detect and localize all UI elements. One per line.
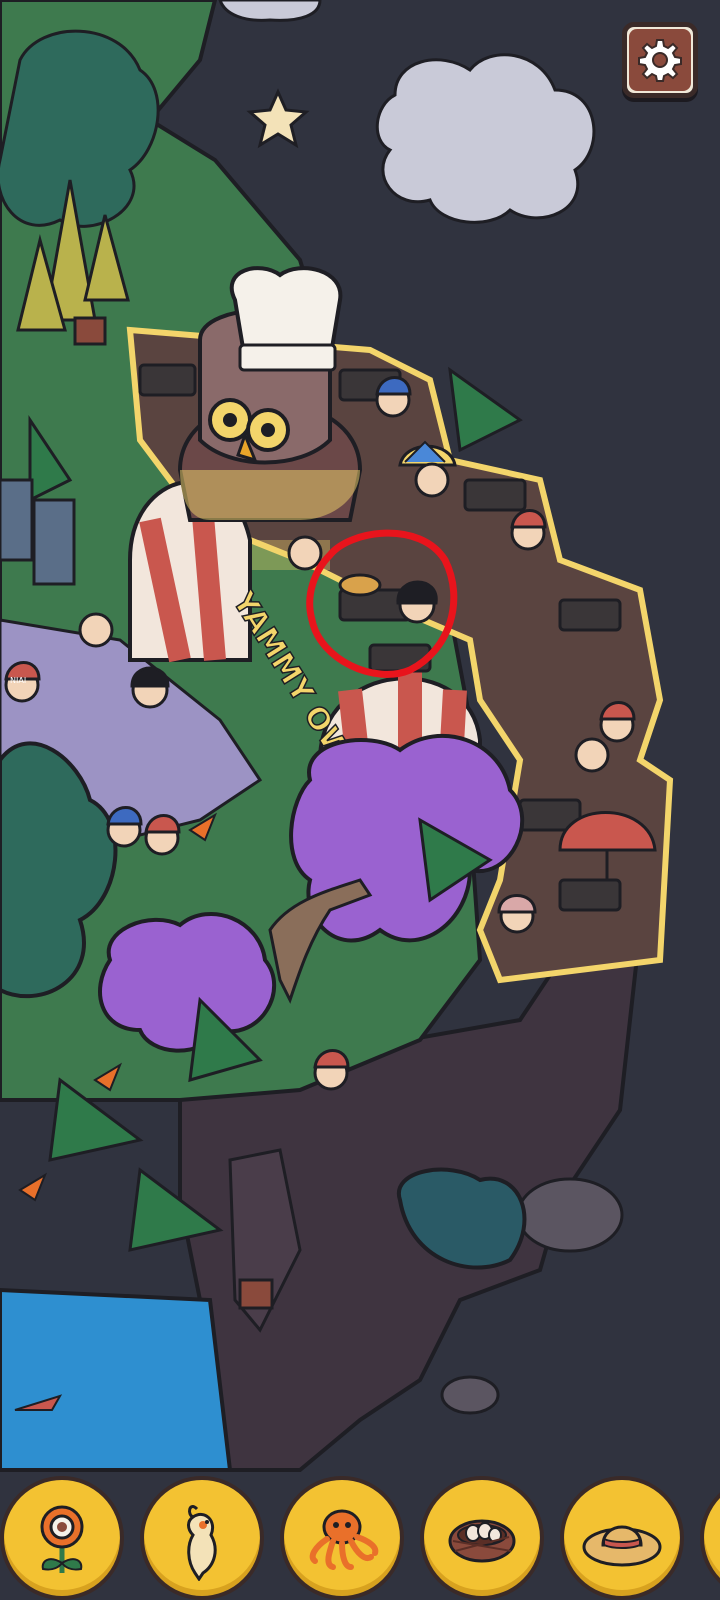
straw-hat-on-table xyxy=(338,573,382,597)
wooden-crate xyxy=(238,1278,274,1310)
flower-icon xyxy=(40,1505,84,1573)
cap-label: NIAI xyxy=(10,676,26,685)
toolbar-item-flower[interactable] xyxy=(0,1476,124,1600)
straw-hat-icon xyxy=(582,1525,662,1567)
toolbar-item-octopus[interactable] xyxy=(280,1476,404,1600)
toolbar-item-nest[interactable] xyxy=(420,1476,544,1600)
toolbar-item-cockatiel[interactable] xyxy=(140,1476,264,1600)
gear-icon xyxy=(638,39,682,82)
toolbar-item-straw-hat[interactable] xyxy=(560,1476,684,1600)
boulder xyxy=(516,1177,624,1253)
cockatiel-icon xyxy=(187,1505,217,1581)
water-pool xyxy=(0,1287,233,1472)
find-items-toolbar xyxy=(0,1468,720,1600)
rock-small xyxy=(440,1375,500,1415)
octopus-icon xyxy=(309,1509,379,1570)
nest-icon xyxy=(448,1519,516,1563)
game-scene[interactable]: YAMMY OWL NIAI xyxy=(0,0,720,1600)
toolbar-item-partial[interactable] xyxy=(700,1476,720,1600)
settings-button-inner xyxy=(629,29,691,91)
settings-button[interactable] xyxy=(622,22,698,98)
